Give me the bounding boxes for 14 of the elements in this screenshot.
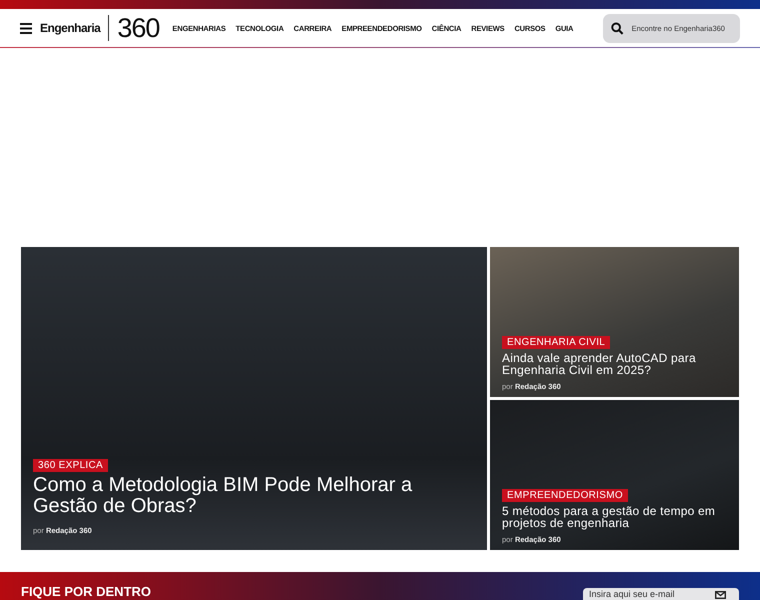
email-field[interactable]: Insira aqui seu e-mail <box>589 589 715 600</box>
menu-icon[interactable] <box>20 22 32 34</box>
category-tag[interactable]: 360 EXPLICA <box>33 459 108 472</box>
article-title[interactable]: Como a Metodologia BIM Pode Melhorar a Gestão de Obras? <box>33 475 475 517</box>
article-title[interactable]: 5 métodos para a gestão de tempo em projetos de engenharia <box>502 504 727 530</box>
email-box[interactable]: Insira aqui seu e-mail <box>583 588 739 600</box>
envelope-icon <box>715 591 726 599</box>
logo-number[interactable]: 360 <box>117 14 160 42</box>
newsletter-title: FIQUE POR DENTRO <box>21 584 152 599</box>
category-tag[interactable]: EMPREENDEDORISMO <box>502 488 628 502</box>
category-tag[interactable]: ENGENHARIA CIVIL <box>502 336 610 349</box>
search-icon[interactable] <box>611 22 624 34</box>
article-title[interactable]: Ainda vale aprender AutoCAD para Engenharia Civil em 2025? <box>502 352 727 377</box>
brand-name[interactable]: Engenharia <box>40 21 100 35</box>
